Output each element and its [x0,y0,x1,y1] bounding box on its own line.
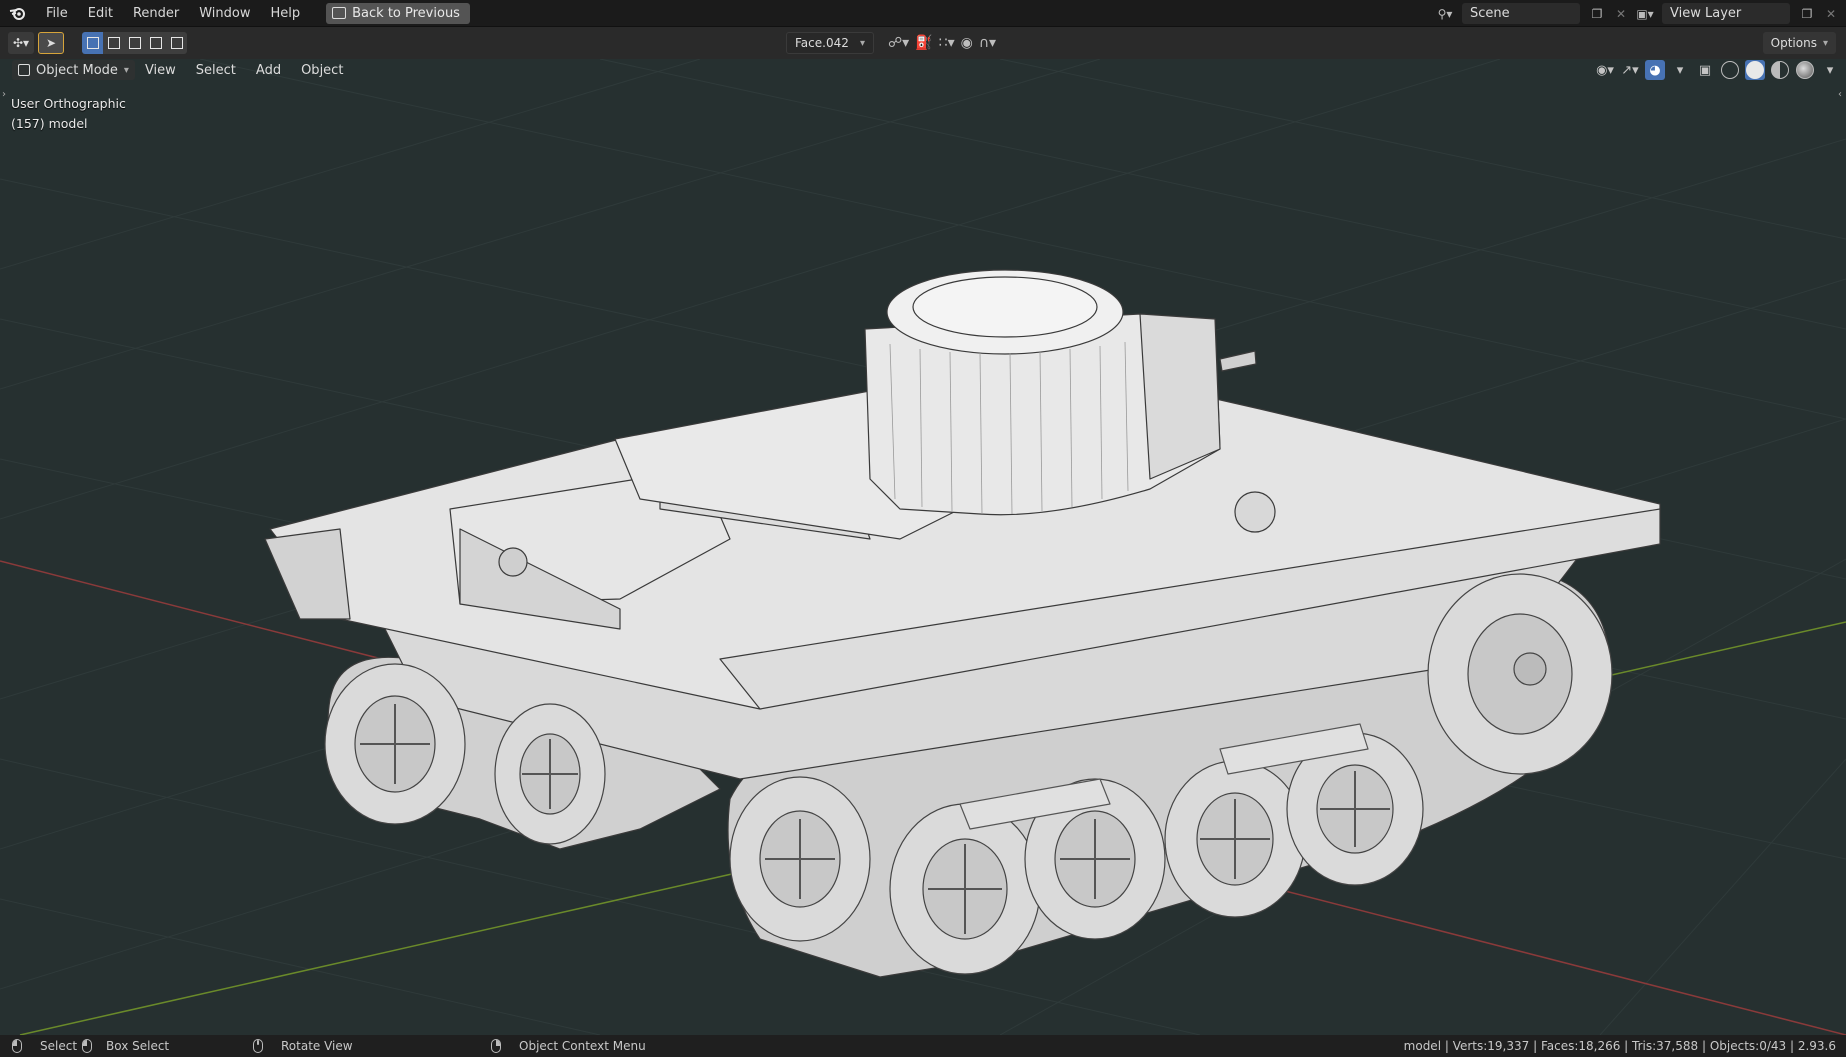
transform-orientation-dropdown[interactable]: Face.042 ▾ [786,32,874,54]
viewport-scene [0,59,1846,1035]
viewport-header: Object Mode ▾ View Select Add Object ◉▾ … [0,59,1846,81]
viewport-info-overlay: User Orthographic (157) model [11,94,126,134]
snap-toggle-icon[interactable]: ⛽ [915,35,932,51]
material-preview-shading-icon[interactable] [1770,60,1790,80]
back-to-previous-button[interactable]: Back to Previous [326,2,470,24]
status-box-select-label: Box Select [106,1039,170,1053]
object-mode-label: Object Mode [36,62,118,78]
chevron-down-icon: ▾ [1822,37,1828,49]
scene-statistics: model | Verts:19,337 | Faces:18,266 | Tr… [1403,1039,1836,1053]
options-dropdown[interactable]: Options ▾ [1762,32,1836,54]
new-scene-icon[interactable]: ❐ [1586,3,1608,24]
object-info: (157) model [11,116,88,131]
status-rotate-view-label: Rotate View [281,1039,353,1053]
editor-type-icon[interactable]: ✣▾ [8,32,34,54]
orientation-value: Face.042 [795,36,849,50]
status-select: Select [12,1039,77,1053]
overlays-dropdown-icon[interactable]: ▾ [1670,60,1690,80]
select-intersect-icon[interactable] [166,32,187,54]
status-bar: Select Box Select Rotate View Object Con… [0,1035,1846,1057]
solid-shading-icon[interactable] [1745,60,1765,80]
menu-file[interactable]: File [36,0,78,27]
view-name: User Orthographic [11,96,126,111]
object-mode-icon [18,64,30,76]
pivot-point-icon[interactable]: ☍▾ [888,35,909,51]
select-tool-icon[interactable]: ➤ [38,32,64,54]
snap-target-icon[interactable]: ∷▾ [939,35,955,51]
tool-header: ✣▾ ➤ Face.042 ▾ ☍▾ ⛽ ∷▾ ◉ ∩▾ Options ▾ [0,27,1846,59]
view-layer-selector-icon[interactable]: ▣▾ [1634,3,1656,24]
mouse-middle-icon [253,1039,263,1053]
shading-options-dropdown-icon[interactable]: ▾ [1820,60,1840,80]
toolbar-expand-arrow-icon[interactable]: › [2,89,6,100]
delete-scene-icon[interactable]: ✕ [1614,7,1628,21]
select-new-icon[interactable] [82,32,103,54]
falloff-icon[interactable]: ∩▾ [979,35,996,51]
viewport-menu-add[interactable]: Add [246,63,291,78]
mouse-left-icon [12,1039,22,1053]
scene-selector-icon[interactable]: ⚲▾ [1434,3,1456,24]
xray-toggle-icon[interactable]: ▣ [1695,60,1715,80]
wireframe-shading-icon[interactable] [1720,60,1740,80]
back-to-previous-label: Back to Previous [352,5,460,21]
selection-modes [82,32,187,54]
delete-view-layer-icon[interactable]: ✕ [1824,7,1838,21]
viewport-menu-view[interactable]: View [135,63,186,78]
menu-window[interactable]: Window [189,0,260,27]
options-label: Options [1770,36,1817,50]
menu-help[interactable]: Help [261,0,311,27]
status-box-select: Box Select [82,1039,169,1053]
viewport-menu-select[interactable]: Select [186,63,246,78]
back-icon [332,7,347,19]
visibility-eye-icon[interactable]: ◉▾ [1595,60,1615,80]
overlays-icon[interactable]: ◕ [1645,60,1665,80]
top-menubar: File Edit Render Window Help Back to Pre… [0,0,1846,27]
menu-render[interactable]: Render [123,0,189,27]
viewport-menu-object[interactable]: Object [291,63,353,78]
select-extend-icon[interactable] [103,32,124,54]
select-subtract-icon[interactable] [124,32,145,54]
proportional-edit-icon[interactable]: ◉ [961,35,973,51]
3d-viewport[interactable]: Object Mode ▾ View Select Add Object ◉▾ … [0,59,1846,1035]
mouse-right-icon [491,1039,501,1053]
status-context-menu: Object Context Menu [491,1039,646,1053]
sidebar-expand-arrow-icon[interactable]: ‹ [1838,89,1842,100]
chevron-down-icon: ▾ [859,37,865,49]
scene-field[interactable]: Scene [1462,3,1580,24]
gizmo-toggle-icon[interactable]: ↗▾ [1620,60,1640,80]
status-rotate-view: Rotate View [253,1039,353,1053]
chevron-down-icon: ▾ [123,64,129,76]
menu-edit[interactable]: Edit [78,0,123,27]
tank-model[interactable] [264,269,1661,978]
blender-logo-icon[interactable] [0,0,36,27]
select-invert-icon[interactable] [145,32,166,54]
status-select-label: Select [40,1039,78,1053]
rendered-shading-icon[interactable] [1795,60,1815,80]
new-view-layer-icon[interactable]: ❐ [1796,3,1818,24]
view-layer-field[interactable]: View Layer [1662,3,1790,24]
mouse-drag-icon [82,1039,92,1053]
object-mode-dropdown[interactable]: Object Mode ▾ [12,60,135,80]
status-context-menu-label: Object Context Menu [519,1039,646,1053]
